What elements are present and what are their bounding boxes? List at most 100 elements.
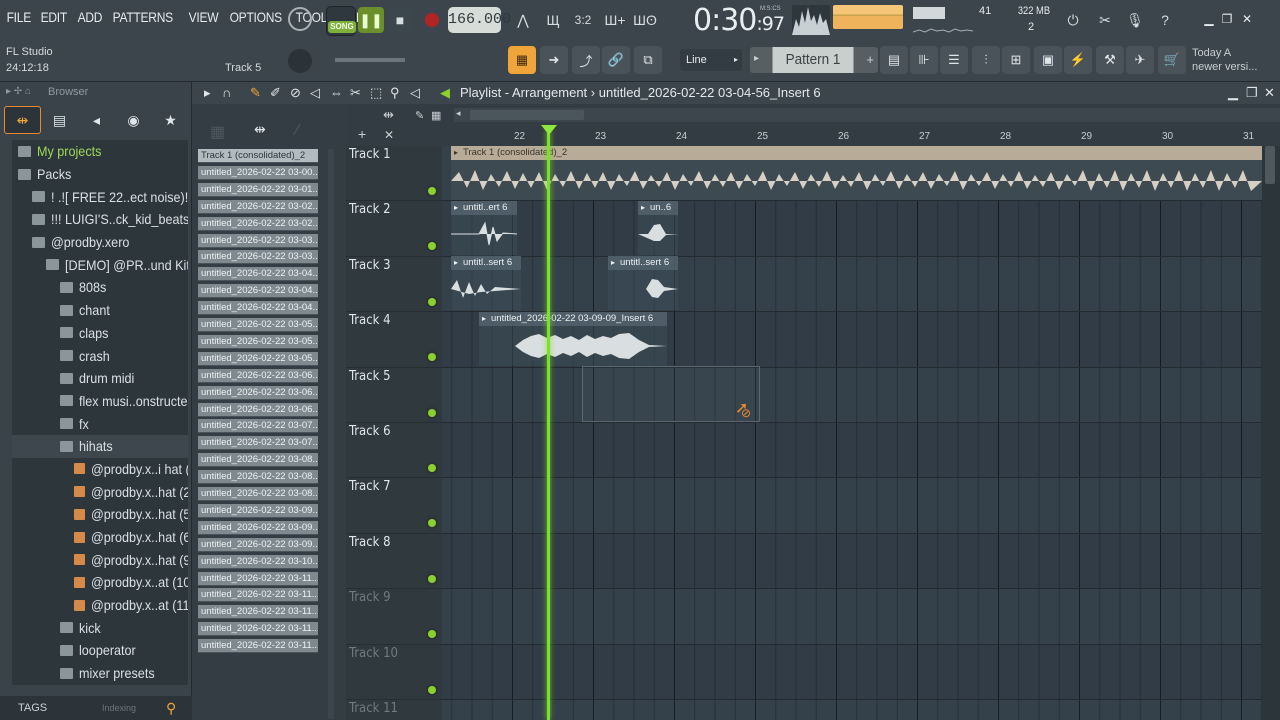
- sample-item[interactable]: @prodby.x..at (108): [12, 571, 188, 594]
- picker-clip[interactable]: untitled_2026-02-22 03-08...: [198, 453, 318, 468]
- scroll-left-icon[interactable]: ◂: [456, 108, 461, 119]
- picker-clip[interactable]: untitled_2026-02-22 03-06...: [198, 402, 318, 417]
- track-header[interactable]: Track 7: [346, 478, 442, 534]
- browser-toggle-icon[interactable]: ⊞: [1002, 46, 1030, 74]
- cut-icon[interactable]: ✂: [1092, 7, 1118, 33]
- mute-tool-icon[interactable]: ◁: [310, 85, 320, 101]
- track-mute-led[interactable]: [428, 685, 436, 694]
- track-mute-led[interactable]: [428, 297, 436, 306]
- master-pitch-slider[interactable]: [335, 58, 405, 62]
- track-lane[interactable]: [442, 201, 1262, 257]
- picker-clip[interactable]: untitled_2026-02-22 03-09...: [198, 503, 318, 518]
- select-tool-icon[interactable]: ⬚: [370, 85, 382, 101]
- menu-edit[interactable]: EDIT: [38, 9, 70, 25]
- restore-icon[interactable]: ❐: [1220, 12, 1234, 26]
- picker-clip[interactable]: untitled_2026-02-22 03-11...: [198, 605, 318, 620]
- audio-clip-track3a[interactable]: untitl..sert 6: [451, 256, 521, 310]
- ruler-snap-icon[interactable]: ⇹: [383, 107, 394, 123]
- picker-clip[interactable]: untitled_2026-02-22 03-05...: [198, 334, 318, 349]
- add-track-icon[interactable]: +: [358, 126, 366, 142]
- news-panel[interactable]: Today Anewer versi...: [1192, 46, 1257, 74]
- picker-clip[interactable]: untitled_2026-02-22 03-00...: [198, 165, 318, 180]
- folder-item[interactable]: Packs: [12, 163, 188, 186]
- tempo-display[interactable]: 166.000: [448, 7, 511, 33]
- sample-item[interactable]: @prodby.x..at (111): [12, 594, 188, 617]
- folder-item[interactable]: drum midi: [12, 367, 188, 390]
- track-lane[interactable]: [442, 423, 1262, 479]
- track-mute-led[interactable]: [428, 242, 436, 251]
- track-mute-led[interactable]: [428, 519, 436, 528]
- picker-clip[interactable]: untitled_2026-02-22 03-10...: [198, 554, 318, 569]
- picker-clip[interactable]: untitled_2026-02-22 03-02...: [198, 199, 318, 214]
- track-lane[interactable]: [442, 589, 1262, 645]
- track-lane[interactable]: [442, 533, 1262, 590]
- loop-record-icon[interactable]: Шʘ: [632, 7, 658, 33]
- picker-clip[interactable]: untitled_2026-02-22 03-08...: [198, 487, 318, 501]
- picker-clip[interactable]: untitled_2026-02-22 03-04...: [198, 284, 318, 299]
- track-header[interactable]: Track 5: [346, 368, 442, 423]
- collapse-tracks-icon[interactable]: ✕: [384, 128, 394, 142]
- menu-patterns[interactable]: PATTERNS: [110, 9, 176, 25]
- audio-clip-track1[interactable]: Track 1 (consolidated)_2: [451, 146, 1262, 200]
- menu-add[interactable]: ADD: [75, 9, 105, 25]
- menu-view[interactable]: VIEW: [186, 9, 221, 25]
- picker-clip[interactable]: untitled_2026-02-22 03-01...: [198, 182, 318, 197]
- ruler-edit-icon[interactable]: ✎: [415, 109, 424, 122]
- folder-item[interactable]: looperator: [12, 639, 188, 662]
- audio-clip-track2a[interactable]: untitl..ert 6: [451, 201, 517, 255]
- countdown-icon[interactable]: 3:2: [570, 7, 596, 33]
- sample-item[interactable]: @prodby.x..hat (69): [12, 526, 188, 549]
- pattern-selector[interactable]: ▸ Pattern 1 +: [750, 47, 878, 73]
- globe-tab-icon[interactable]: ◉: [115, 112, 152, 129]
- playlist-close-icon[interactable]: ✕: [1264, 85, 1275, 101]
- audio-clip-track4[interactable]: untitled_2026-02-22 03-09-09_Insert 6: [479, 312, 667, 366]
- folder-item[interactable]: @prodby.xero: [12, 231, 188, 254]
- folder-item[interactable]: mixer presets: [12, 662, 188, 685]
- menu-file[interactable]: FILE: [4, 9, 34, 25]
- search-icon[interactable]: ⚲: [166, 696, 176, 720]
- snap-next-icon[interactable]: ➜: [540, 46, 568, 74]
- delete-tool-icon[interactable]: ⊘: [290, 85, 301, 101]
- channel-rack-icon[interactable]: ▤: [880, 46, 908, 74]
- track-mute-led[interactable]: [428, 187, 436, 195]
- close-icon[interactable]: ✕: [1240, 12, 1254, 26]
- picker-clip[interactable]: untitled_2026-02-22 03-11...: [198, 571, 318, 586]
- playhead[interactable]: [547, 130, 550, 720]
- picker-clip[interactable]: untitled_2026-02-22 03-09...: [198, 520, 318, 535]
- picker-audio-icon[interactable]: ⇹: [254, 121, 266, 138]
- picker-automation-icon[interactable]: ∕: [296, 122, 299, 140]
- picker-clip[interactable]: untitled_2026-02-22 03-11...: [198, 588, 318, 603]
- stop-button[interactable]: ■: [388, 7, 412, 33]
- picker-clip[interactable]: untitled_2026-02-22 03-07...: [198, 436, 318, 451]
- slice-tool-icon[interactable]: ✂: [350, 85, 361, 101]
- picker-clip[interactable]: untitled_2026-02-22 03-08...: [198, 470, 318, 485]
- horizontal-scrollbar[interactable]: ◂ ▸: [454, 108, 1280, 122]
- pattern-prev-icon[interactable]: ▸: [754, 53, 759, 64]
- picker-clip[interactable]: untitled_2026-02-22 03-02...: [198, 216, 318, 231]
- folder-item[interactable]: hihats: [12, 434, 188, 458]
- all-tab-icon[interactable]: ⇹: [4, 106, 41, 134]
- favorites-tab-icon[interactable]: ★: [152, 112, 189, 129]
- track-mute-led[interactable]: [428, 353, 436, 362]
- plugin-picker-icon[interactable]: ⚒: [1096, 46, 1124, 74]
- tools-icon[interactable]: ✈: [1126, 46, 1154, 74]
- link-icon[interactable]: 🔗: [602, 46, 630, 74]
- track-header[interactable]: Track 3: [346, 257, 442, 313]
- zoom-tool-icon[interactable]: ⚲: [390, 85, 400, 101]
- playback-tool-icon[interactable]: ◁: [410, 85, 420, 101]
- step-edit-icon[interactable]: Ш+: [602, 7, 628, 33]
- track-mute-led[interactable]: [428, 630, 436, 639]
- folder-item[interactable]: [DEMO] @PR..und Kit: [12, 253, 188, 276]
- track-header[interactable]: Track 1: [346, 146, 442, 202]
- playlist-icon[interactable]: ▦: [508, 46, 536, 74]
- stamp-icon[interactable]: ⧉: [634, 46, 662, 74]
- menu-options[interactable]: OPTIONS: [227, 9, 285, 25]
- master-volume-knob[interactable]: [288, 7, 312, 31]
- folder-item[interactable]: kick: [12, 616, 188, 639]
- plugin-icon[interactable]: ⚡: [1064, 46, 1092, 74]
- picker-scrollbar[interactable]: [328, 149, 334, 719]
- microphone-icon[interactable]: 🎙: [1122, 7, 1148, 33]
- track-header[interactable]: Track 10: [346, 645, 442, 700]
- folder-item[interactable]: crash: [12, 344, 188, 367]
- timeline-ruler[interactable]: ⇹ ✎ ▦ + ✕ ◂ ▸ 22 23 24 25 26 27 28 29 30 31: [346, 104, 1280, 146]
